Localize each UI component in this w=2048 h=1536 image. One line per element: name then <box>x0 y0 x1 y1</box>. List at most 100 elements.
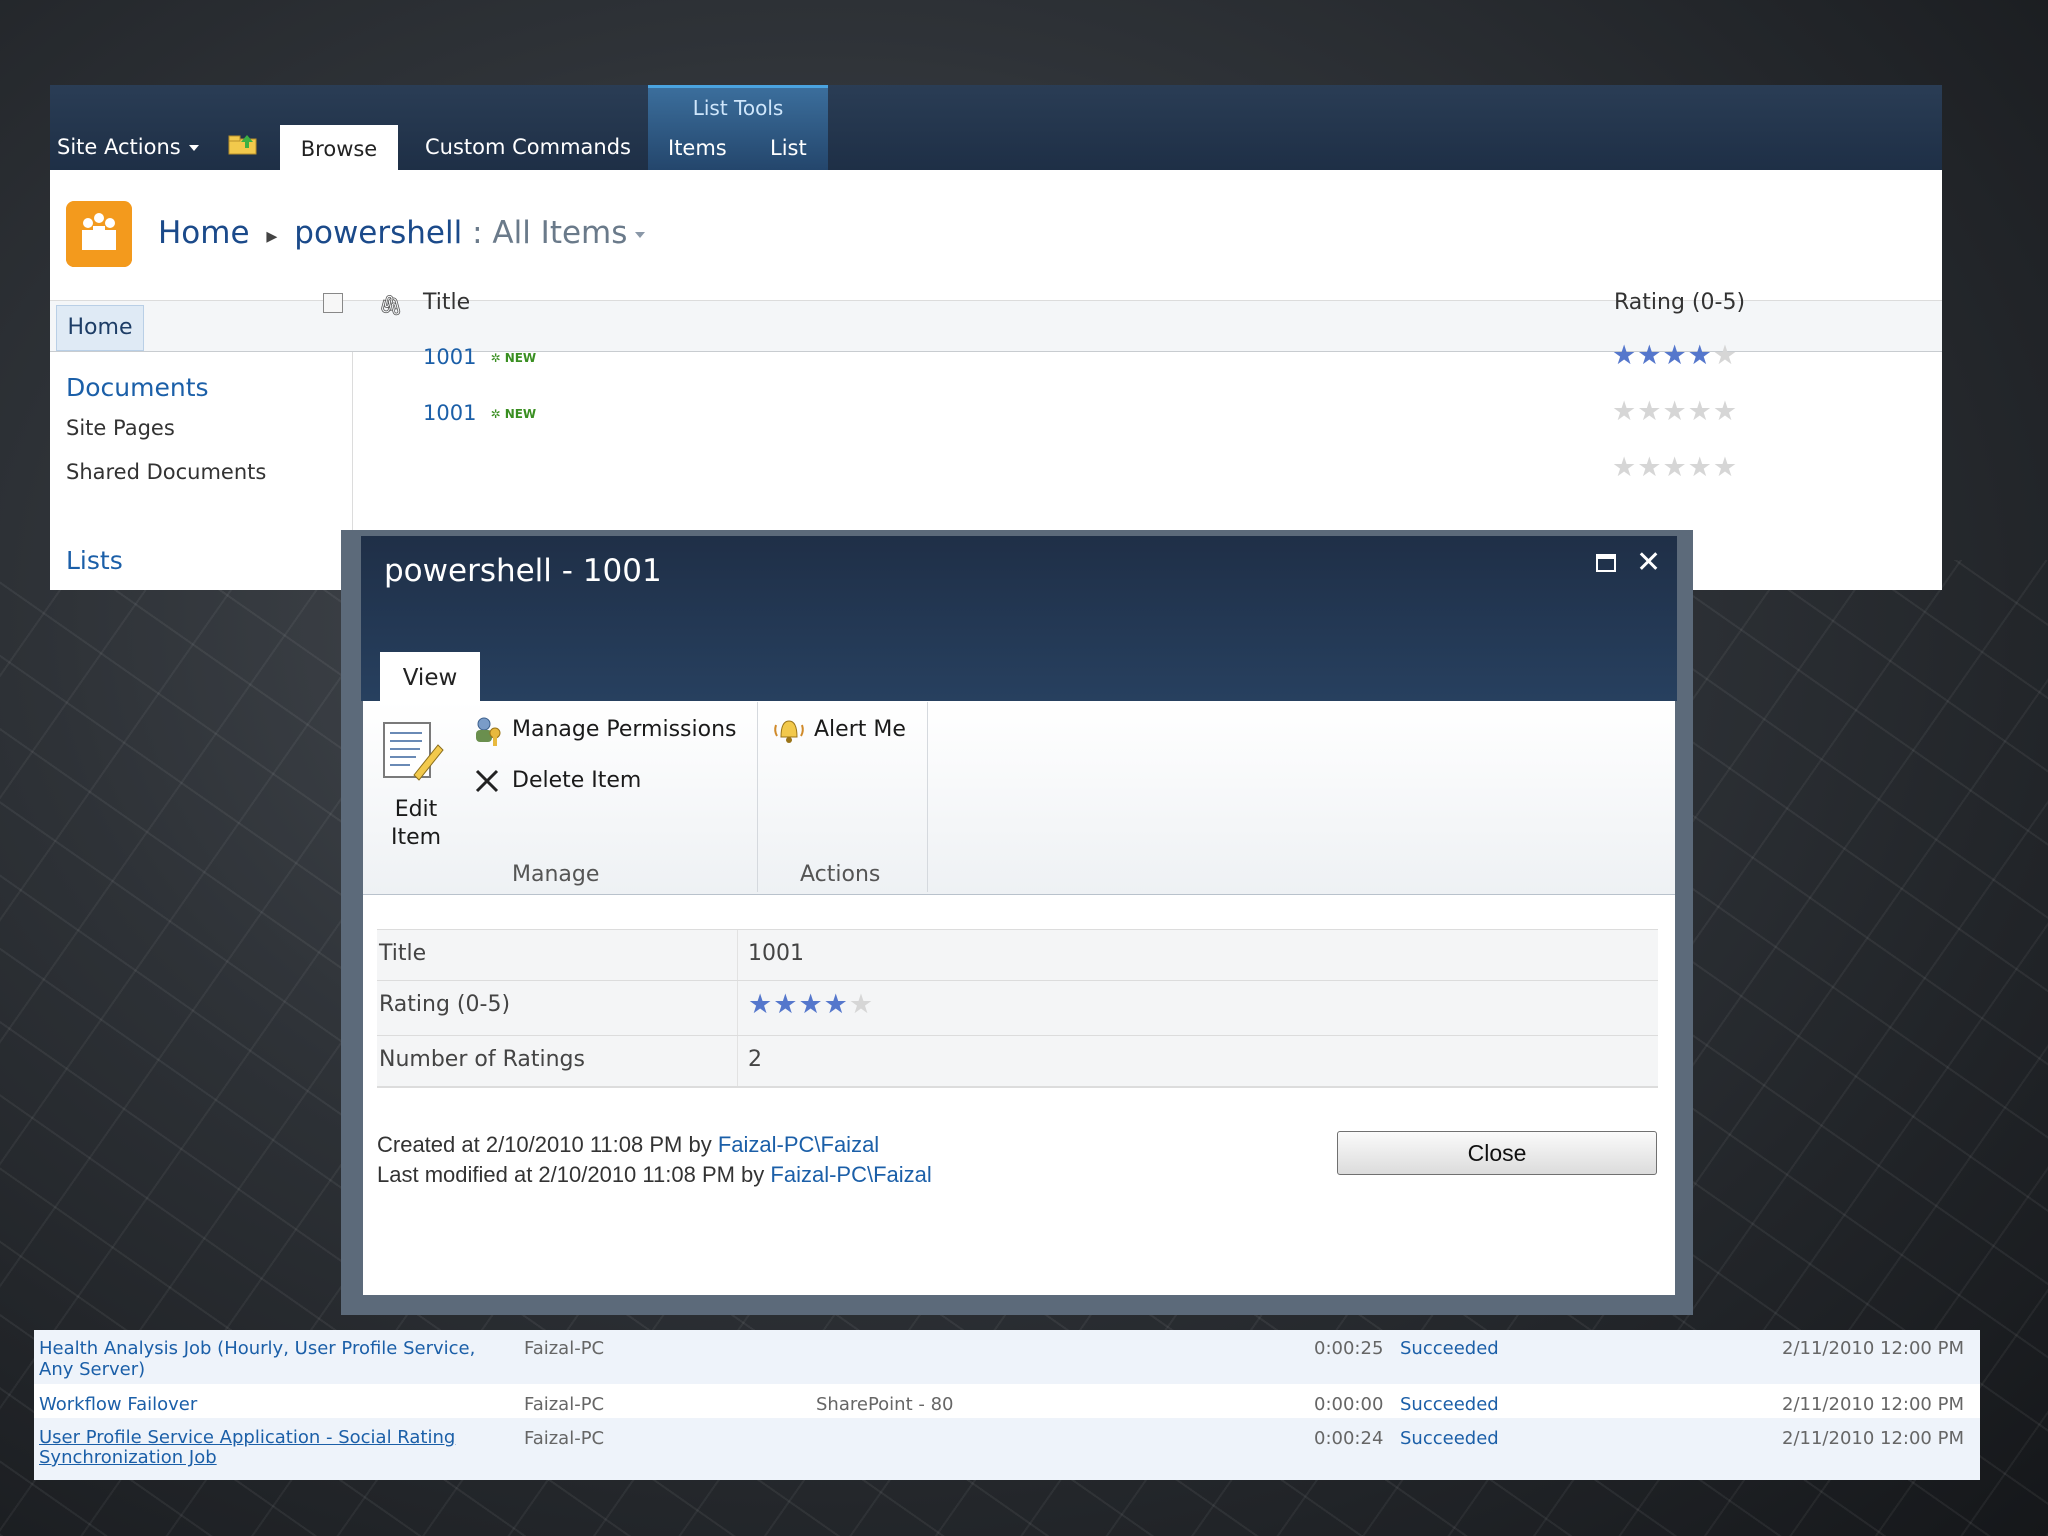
field-value: ★★★★★ <box>737 981 1657 1035</box>
star-empty-icon[interactable]: ★ <box>1713 396 1738 427</box>
star-filled-icon[interactable]: ★ <box>1688 340 1713 371</box>
close-button[interactable]: Close <box>1337 1131 1657 1175</box>
star-filled-icon[interactable]: ★ <box>1637 340 1662 371</box>
edit-document-icon <box>383 722 444 781</box>
job-name-link[interactable]: User Profile Service Application - Socia… <box>39 1428 455 1468</box>
star-filled-icon[interactable]: ★ <box>1662 340 1687 371</box>
breadcrumb-separator: : <box>472 215 483 251</box>
job-webapp: SharePoint - 80 <box>816 1394 954 1415</box>
job-server: Faizal-PC <box>524 1394 605 1415</box>
group-divider <box>757 702 758 892</box>
star-empty-icon[interactable]: ★ <box>1662 452 1687 483</box>
field-label: Title <box>379 941 427 966</box>
ql-lists[interactable]: Lists <box>66 546 123 575</box>
field-row-rating: Rating (0-5) ★★★★★ <box>377 980 1658 1035</box>
list-item[interactable]: 1001 ✲ NEW <box>423 401 536 425</box>
star-filled-icon[interactable]: ★ <box>748 989 773 1020</box>
quick-launch: Documents Site Pages Shared Documents Li… <box>50 352 353 590</box>
list-tools-title: List Tools <box>692 96 784 120</box>
edit-item-button[interactable]: Edit Item <box>374 716 458 856</box>
star-filled-icon[interactable]: ★ <box>773 989 798 1020</box>
breadcrumb-arrow-icon: ▸ <box>259 224 285 249</box>
star-empty-icon[interactable]: ★ <box>1637 452 1662 483</box>
ql-shared-documents[interactable]: Shared Documents <box>66 460 266 484</box>
job-duration: 0:00:24 <box>1314 1428 1384 1449</box>
chevron-down-icon <box>188 145 199 151</box>
bell-icon <box>774 720 804 743</box>
timer-job-table: Health Analysis Job (Hourly, User Profil… <box>34 1330 1980 1480</box>
table-row: Workflow Failover Faizal-PC SharePoint -… <box>34 1384 1980 1418</box>
ql-site-pages[interactable]: Site Pages <box>66 416 175 440</box>
manage-permissions-label: Manage Permissions <box>512 717 737 742</box>
tab-custom-commands[interactable]: Custom Commands <box>425 135 631 159</box>
edit-item-line2: Item <box>390 825 442 850</box>
tab-view[interactable]: View <box>380 652 480 701</box>
alert-me-label: Alert Me <box>814 717 906 742</box>
site-actions-label: Site Actions <box>57 135 181 159</box>
topnav-home[interactable]: Home <box>56 305 144 351</box>
sharepoint-page: Site Actions Browse Custom Commands List… <box>50 85 1942 590</box>
star-filled-icon[interactable]: ★ <box>1612 340 1637 371</box>
tab-items[interactable]: Items <box>668 136 727 160</box>
star-empty-icon[interactable]: ★ <box>1612 452 1637 483</box>
job-status-link[interactable]: Succeeded <box>1400 1338 1499 1359</box>
edit-item-line1: Edit <box>394 797 438 822</box>
job-status-link[interactable]: Succeeded <box>1400 1428 1499 1449</box>
maximize-icon[interactable] <box>1596 554 1616 572</box>
list-tools-group: List Tools Items List <box>648 85 828 170</box>
chevron-down-icon <box>635 231 646 238</box>
navigate-up-icon[interactable] <box>228 133 258 155</box>
star-empty-icon[interactable]: ★ <box>1713 340 1738 371</box>
rating-stars[interactable]: ★★★★★ <box>1612 452 1738 483</box>
rating-stars[interactable]: ★★★★★ <box>1612 340 1738 371</box>
field-row-title: Title 1001 <box>377 929 1658 980</box>
star-filled-icon[interactable]: ★ <box>798 989 823 1020</box>
star-empty-icon[interactable]: ★ <box>1662 396 1687 427</box>
breadcrumb-home[interactable]: Home <box>158 215 250 251</box>
job-completed: 2/11/2010 12:00 PM <box>1782 1394 1964 1415</box>
star-empty-icon[interactable]: ★ <box>849 989 874 1020</box>
star-empty-icon[interactable]: ★ <box>1637 396 1662 427</box>
field-row-num-ratings: Number of Ratings 2 <box>377 1035 1658 1088</box>
close-icon[interactable]: ✕ <box>1636 545 1661 580</box>
ql-documents[interactable]: Documents <box>66 373 209 402</box>
modified-by-link[interactable]: Faizal-PC\Faizal <box>770 1162 931 1187</box>
job-completed: 2/11/2010 12:00 PM <box>1782 1428 1964 1449</box>
field-label: Number of Ratings <box>379 1047 585 1072</box>
delete-item-label: Delete Item <box>512 768 642 793</box>
item-title-link[interactable]: 1001 <box>423 401 476 425</box>
modified-info: Last modified at 2/10/2010 11:08 PM by F… <box>377 1162 932 1187</box>
created-info: Created at 2/10/2010 11:08 PM by Faizal-… <box>377 1132 880 1157</box>
group-label-actions: Actions <box>800 862 881 887</box>
star-empty-icon[interactable]: ★ <box>1688 396 1713 427</box>
tab-browse[interactable]: Browse <box>280 125 398 170</box>
job-completed: 2/11/2010 12:00 PM <box>1782 1338 1964 1359</box>
star-empty-icon[interactable]: ★ <box>1688 452 1713 483</box>
list-item[interactable]: 1001 ✲ NEW <box>423 345 536 369</box>
job-status-link[interactable]: Succeeded <box>1400 1394 1499 1415</box>
group-divider <box>927 702 928 892</box>
rating-stars[interactable]: ★★★★★ <box>1612 396 1738 427</box>
delete-x-icon <box>475 769 499 793</box>
star-filled-icon[interactable]: ★ <box>824 989 849 1020</box>
job-name-link[interactable]: Health Analysis Job (Hourly, User Profil… <box>39 1338 475 1380</box>
star-empty-icon[interactable]: ★ <box>1612 396 1637 427</box>
rating-stars[interactable]: ★★★★★ <box>748 989 874 1020</box>
field-value: 2 <box>737 1036 1657 1086</box>
select-all-checkbox[interactable] <box>323 293 343 313</box>
tab-list[interactable]: List <box>770 136 807 160</box>
star-empty-icon[interactable]: ★ <box>1713 452 1738 483</box>
breadcrumb-list[interactable]: powershell <box>294 215 462 251</box>
site-logo-icon <box>66 201 132 267</box>
column-rating[interactable]: Rating (0-5) <box>1614 290 1745 315</box>
job-server: Faizal-PC <box>524 1338 605 1359</box>
site-actions-menu[interactable]: Site Actions <box>57 135 199 159</box>
dialog-title: powershell - 1001 <box>384 553 662 589</box>
column-title[interactable]: Title <box>423 290 470 315</box>
field-value: 1001 <box>737 930 1657 980</box>
created-by-link[interactable]: Faizal-PC\Faizal <box>718 1132 879 1157</box>
view-selector[interactable]: All Items <box>492 215 646 251</box>
group-label-manage: Manage <box>512 862 600 887</box>
item-title-link[interactable]: 1001 <box>423 345 476 369</box>
job-name-link[interactable]: Workflow Failover <box>39 1394 197 1415</box>
